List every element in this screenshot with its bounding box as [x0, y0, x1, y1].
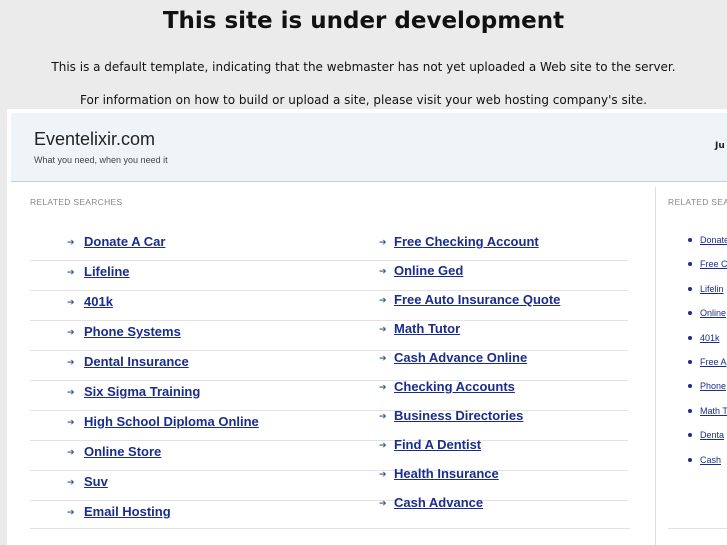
bullet-icon	[688, 262, 692, 267]
related-link[interactable]: Math Tutor	[394, 321, 460, 336]
list-item: ➔ Checking Accounts	[357, 376, 628, 405]
related-link[interactable]: Cash Advance Online	[394, 350, 527, 365]
arrow-right-icon: ➔	[67, 388, 75, 398]
notice-line-2: For information on how to build or uploa…	[80, 93, 647, 107]
list-item: ➔ Cash Advance Online	[357, 347, 628, 376]
arrow-right-icon: ➔	[67, 448, 75, 458]
bullet-icon	[688, 457, 692, 462]
list-item: ➔ Free Auto Insurance Quote	[357, 289, 628, 318]
list-item: ➔ Find A Dentist	[357, 434, 628, 463]
notice-title: This site is under development	[162, 8, 565, 34]
arrow-right-icon: ➔	[67, 238, 75, 248]
parked-page-frame: Eventelixir.com What you need, when you …	[7, 109, 727, 545]
arrow-right-icon: ➔	[67, 478, 75, 488]
list-item: ➔ Online Ged	[357, 260, 628, 289]
list-item: ➔ Business Directories	[357, 405, 628, 434]
arrow-right-icon: ➔	[67, 358, 75, 368]
related-link[interactable]: Free Auto Insurance Quote	[394, 292, 560, 307]
notice-line-1: This is a default template, indicating t…	[51, 60, 676, 74]
sidebar-link[interactable]: Free A	[700, 357, 727, 367]
related-link[interactable]: Health Insurance	[394, 466, 499, 481]
divider	[30, 528, 630, 529]
bullet-icon	[688, 335, 692, 340]
bullet-icon	[688, 408, 692, 413]
sidebar-related-searches: RELATED SEA Donate Free C Lifelin Online…	[668, 197, 727, 545]
related-searches-label: RELATED SEARCHES	[30, 197, 123, 207]
related-link[interactable]: Checking Accounts	[394, 379, 515, 394]
related-link[interactable]: Find A Dentist	[394, 437, 481, 452]
list-item: ➔ Health Insurance	[357, 463, 628, 492]
sidebar-link[interactable]: Math T	[700, 406, 727, 416]
related-link[interactable]: Six Sigma Training	[84, 384, 200, 399]
arrow-right-icon: ➔	[379, 238, 387, 248]
related-link[interactable]: Dental Insurance	[84, 354, 189, 369]
arrow-right-icon: ➔	[379, 354, 387, 364]
related-link[interactable]: High School Diploma Online	[84, 414, 259, 429]
divider	[668, 528, 727, 529]
related-link[interactable]: Free Checking Account	[394, 234, 539, 249]
main-related-searches: RELATED SEARCHES ➔ Donate A Car ➔ Lifeline…	[30, 197, 650, 545]
sidebar-link[interactable]: Free C	[700, 259, 727, 269]
sidebar-link[interactable]: 401k	[700, 333, 720, 343]
arrow-right-icon: ➔	[379, 470, 387, 480]
arrow-right-icon: ➔	[67, 298, 75, 308]
right-links-column: ➔ Free Checking Account ➔ Online Ged ➔ Free…	[357, 231, 625, 521]
arrow-right-icon: ➔	[67, 328, 75, 338]
bullet-icon	[688, 384, 692, 389]
site-title: Eventelixir.com	[34, 129, 156, 149]
site-tagline: What you need, when you need it	[34, 155, 168, 165]
related-link[interactable]: Email Hosting	[84, 504, 171, 519]
sidebar-related-label: RELATED SEA	[668, 197, 727, 207]
arrow-right-icon: ➔	[67, 508, 75, 518]
arrow-right-icon: ➔	[67, 418, 75, 428]
arrow-right-icon: ➔	[379, 267, 387, 277]
sidebar-link[interactable]: Cash	[700, 455, 721, 465]
list-item: ➔ Math Tutor	[357, 318, 628, 347]
header-right-text: Ju	[715, 141, 725, 151]
site-header: Eventelixir.com What you need, when you …	[11, 113, 727, 182]
arrow-right-icon: ➔	[379, 499, 387, 509]
related-link[interactable]: Business Directories	[394, 408, 523, 423]
left-links-column: ➔ Donate A Car ➔ Lifeline ➔ 401k ➔ Phone Sys…	[30, 231, 628, 530]
bullet-icon	[688, 286, 692, 291]
column-divider	[655, 187, 656, 545]
related-link[interactable]: 401k	[84, 294, 113, 309]
bullet-icon	[688, 238, 692, 242]
related-link[interactable]: Lifeline	[84, 264, 130, 279]
bullet-icon	[688, 359, 692, 364]
sidebar-link[interactable]: Online	[700, 308, 726, 318]
arrow-right-icon: ➔	[379, 441, 387, 451]
related-link[interactable]: Donate A Car	[84, 234, 165, 249]
arrow-right-icon: ➔	[379, 412, 387, 422]
bullet-icon	[688, 311, 692, 316]
related-link[interactable]: Online Store	[84, 444, 161, 459]
list-item: ➔ Cash Advance	[357, 492, 628, 521]
sidebar-link[interactable]: Lifelin	[700, 284, 724, 294]
related-link[interactable]: Cash Advance	[394, 495, 483, 510]
related-link[interactable]: Online Ged	[394, 263, 463, 278]
list-item: ➔ Free Checking Account	[357, 231, 628, 260]
sidebar-link[interactable]: Denta	[700, 430, 724, 440]
arrow-right-icon: ➔	[67, 268, 75, 278]
sidebar-link[interactable]: Phone	[700, 381, 726, 391]
bullet-icon	[688, 433, 692, 438]
sidebar-link[interactable]: Donate	[700, 235, 727, 245]
arrow-right-icon: ➔	[379, 325, 387, 335]
arrow-right-icon: ➔	[379, 383, 387, 393]
related-link[interactable]: Suv	[84, 474, 108, 489]
arrow-right-icon: ➔	[379, 296, 387, 306]
related-link[interactable]: Phone Systems	[84, 324, 181, 339]
